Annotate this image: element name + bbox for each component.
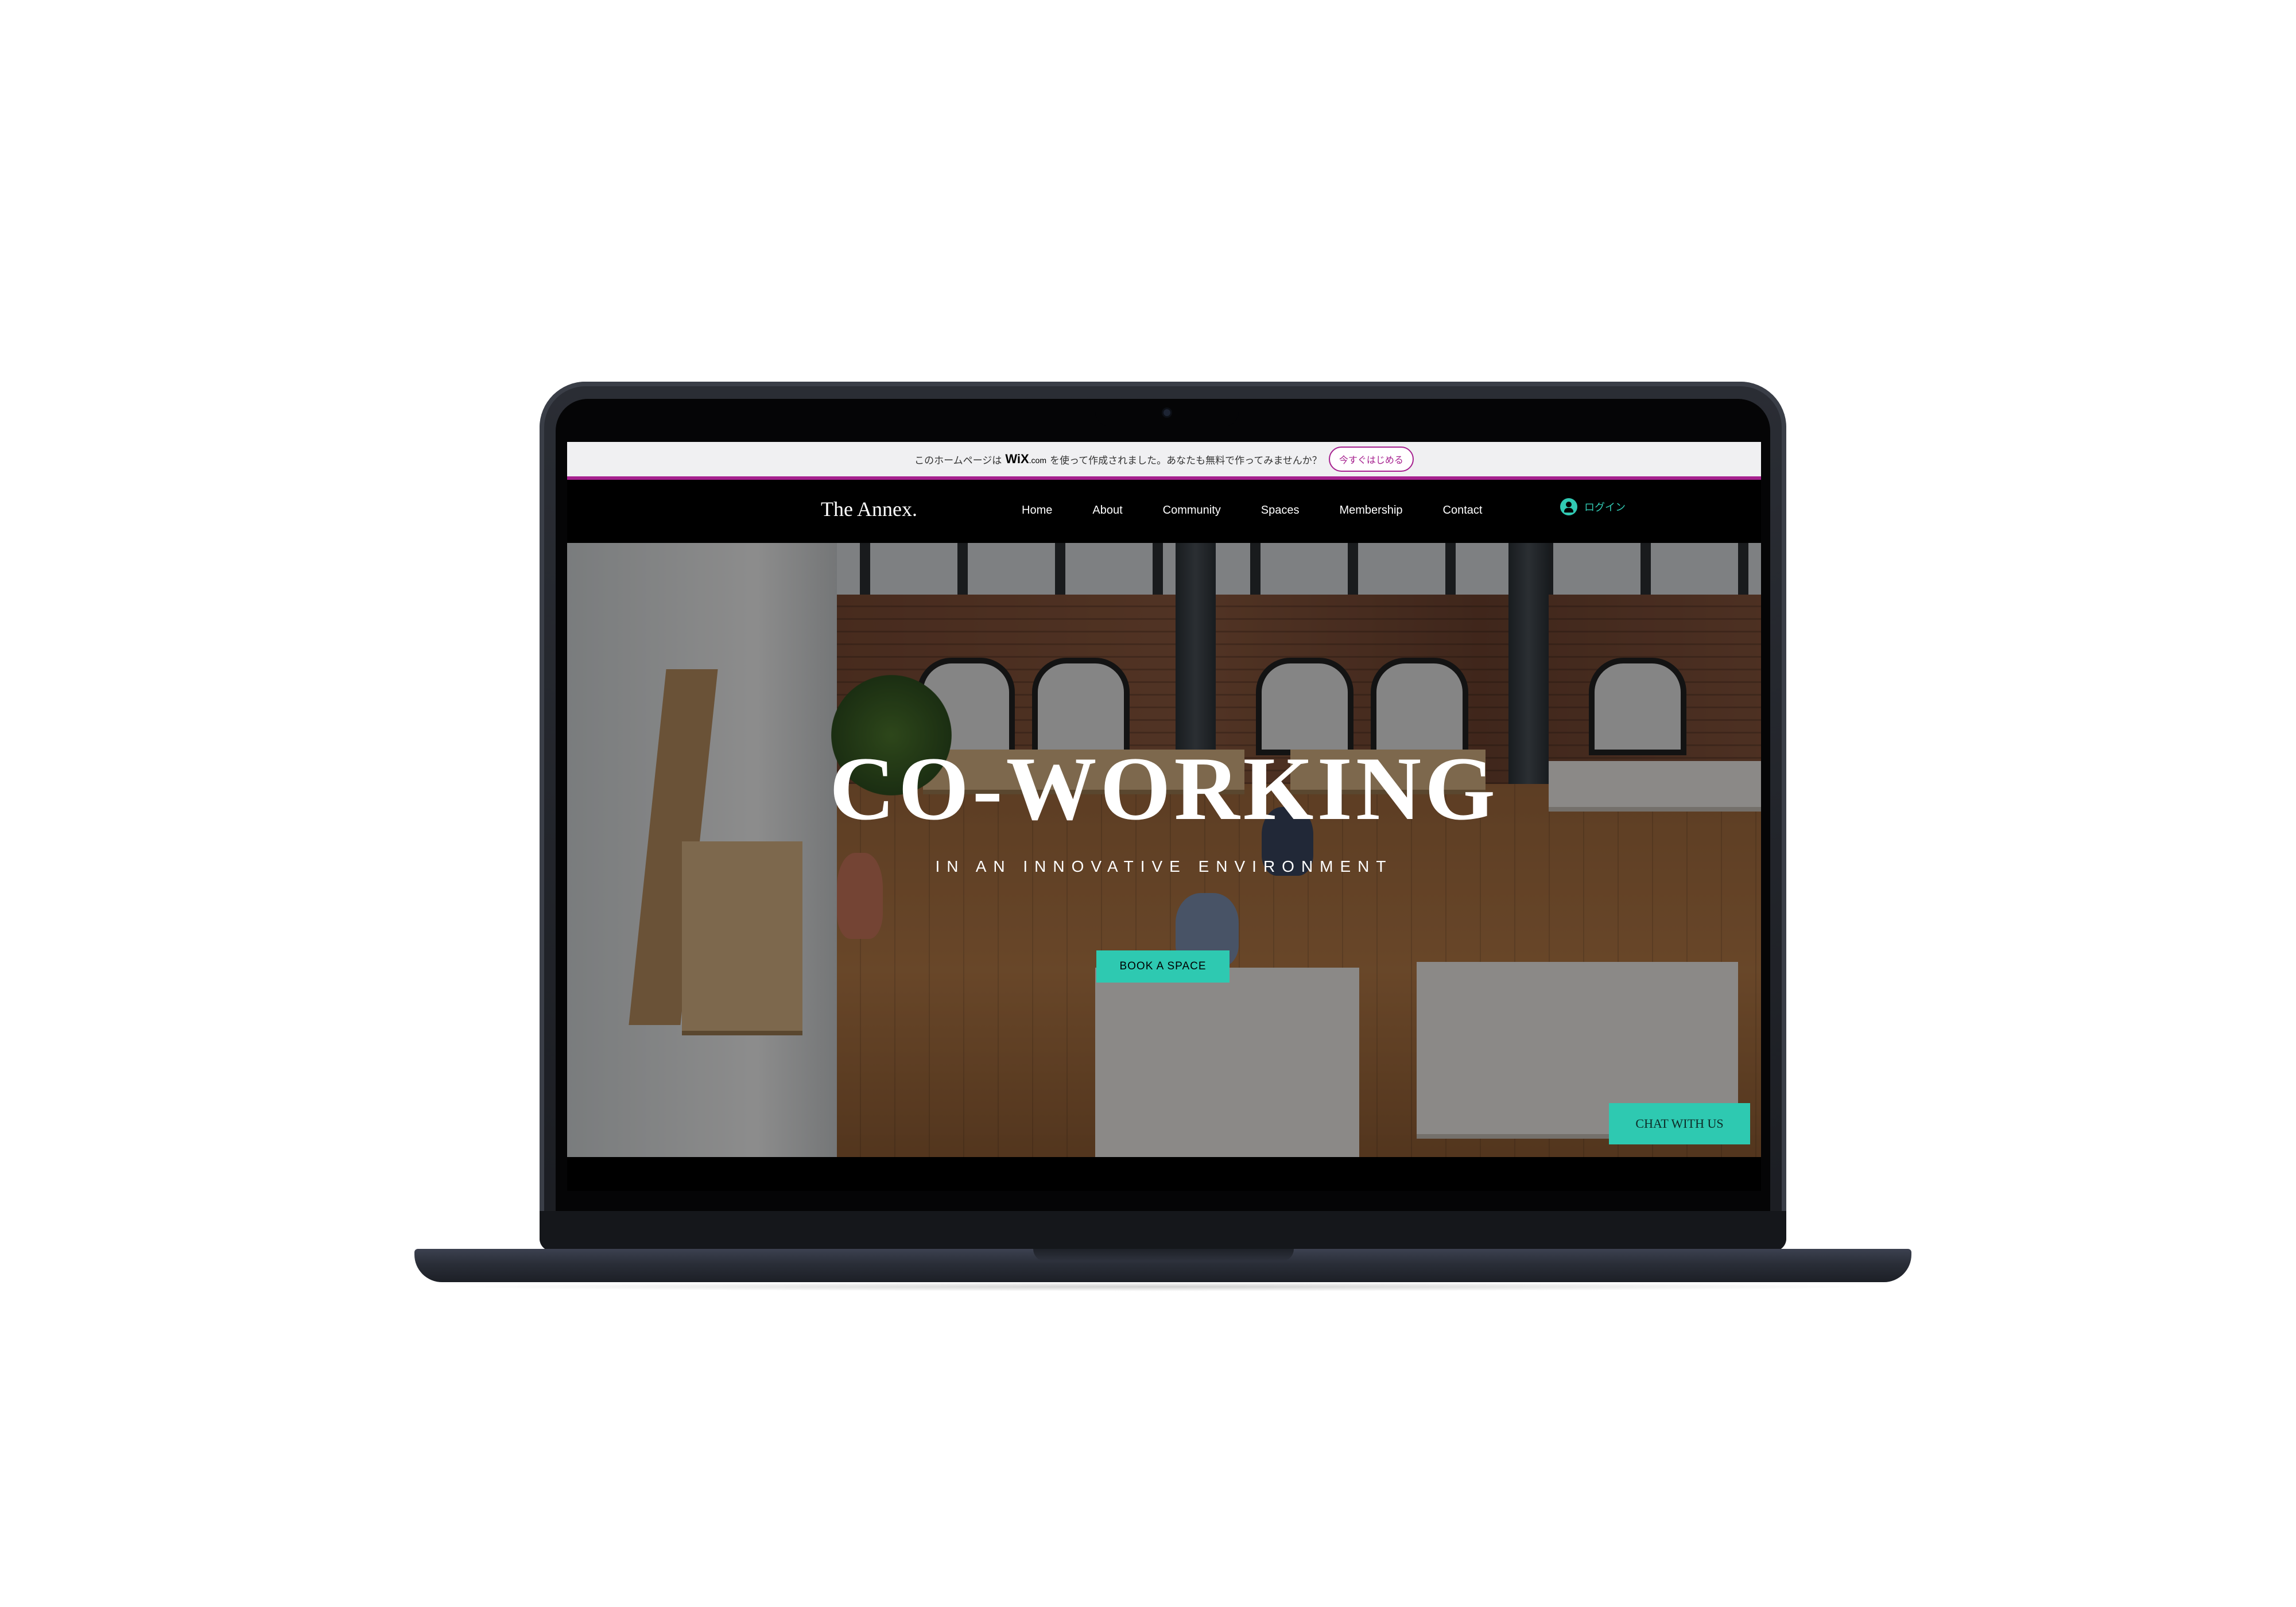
hero-overlay — [567, 543, 1761, 1157]
camera-icon — [1163, 409, 1170, 416]
hero-title: CO-WORKING — [829, 739, 1499, 839]
wix-logo-suffix: .com — [1029, 456, 1047, 465]
book-space-button[interactable]: BOOK A SPACE — [1096, 950, 1230, 983]
nav-item-membership[interactable]: Membership — [1339, 504, 1402, 517]
chat-button[interactable]: CHAT WITH US — [1609, 1103, 1750, 1144]
laptop-screen: このホームページは WiX.com を使って作成されました。あなたも無料で作って… — [567, 442, 1761, 1191]
main-nav: Home About Community Spaces Membership C… — [1022, 504, 1482, 517]
laptop-shadow — [436, 1282, 1888, 1291]
wix-logo-text: WiX — [1005, 452, 1029, 466]
site-header: The Annex. Home About Community Spaces M… — [567, 480, 1761, 543]
avatar-icon — [1560, 498, 1577, 515]
camera-notch — [1095, 399, 1239, 426]
nav-item-home[interactable]: Home — [1022, 504, 1052, 517]
site-logo[interactable]: The Annex. — [821, 497, 917, 521]
wix-start-button[interactable]: 今すぐはじめる — [1328, 447, 1414, 472]
nav-item-spaces[interactable]: Spaces — [1261, 504, 1300, 517]
wix-logo[interactable]: WiX.com — [1005, 452, 1046, 467]
hero-subtitle: IN AN INNOVATIVE ENVIRONMENT — [935, 857, 1393, 875]
wix-banner-text-after: を使って作成されました。あなたも無料で作ってみませんか？ — [1050, 455, 1322, 466]
screen-bottom-edge — [567, 1157, 1761, 1191]
wix-banner: このホームページは WiX.com を使って作成されました。あなたも無料で作って… — [567, 442, 1761, 480]
nav-item-community[interactable]: Community — [1163, 504, 1221, 517]
nav-item-contact[interactable]: Contact — [1443, 504, 1483, 517]
hero-section: CO-WORKING IN AN INNOVATIVE ENVIRONMENT … — [567, 543, 1761, 1157]
nav-item-about[interactable]: About — [1092, 504, 1122, 517]
login-button[interactable]: ログイン — [1560, 498, 1626, 515]
wix-banner-text-before: このホームページは — [914, 455, 1002, 466]
laptop-base — [414, 1249, 1911, 1282]
laptop-opening-notch — [1033, 1249, 1294, 1261]
laptop-chin — [540, 1211, 1786, 1251]
login-label: ログイン — [1584, 502, 1626, 513]
